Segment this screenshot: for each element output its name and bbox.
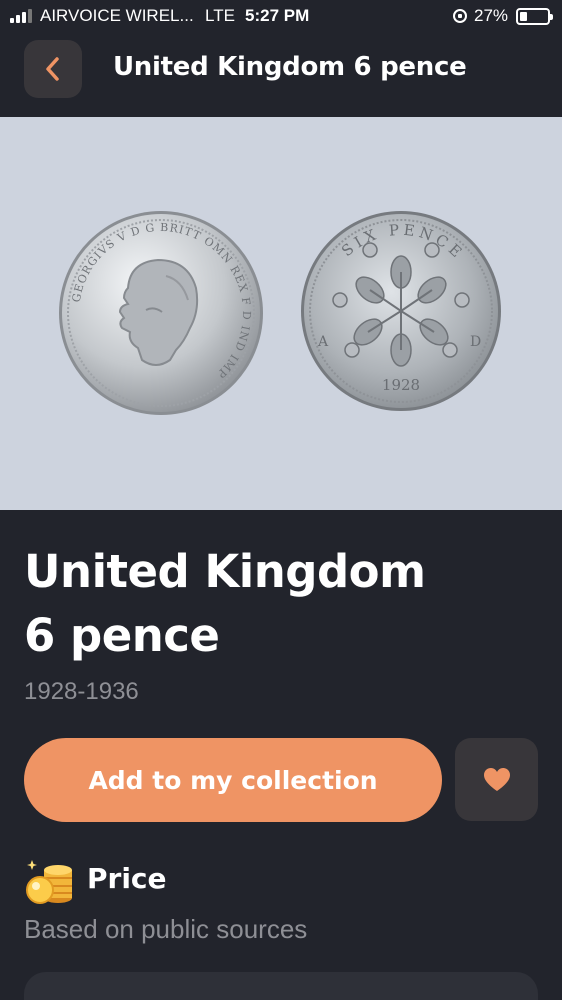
network-type: LTE <box>205 6 235 25</box>
coins-stack-icon <box>26 860 72 904</box>
clock: 5:27 PM <box>245 6 310 25</box>
coin-title-line1: United Kingdom <box>24 545 426 598</box>
carrier-name: AIRVOICE WIREL... <box>40 6 194 25</box>
heart-icon <box>483 767 510 791</box>
coin-title-line2: 6 pence <box>24 609 220 662</box>
reverse-letter-left: A <box>317 334 329 350</box>
favorite-button[interactable] <box>455 738 538 821</box>
status-bar: AIRVOICE WIREL... LTE 5:27 PM 27% <box>0 0 562 32</box>
battery-percent: 27% <box>474 6 509 25</box>
coin-reverse-image: SIX PENCE A D 1928 <box>301 211 501 411</box>
price-card <box>24 972 538 1000</box>
back-button[interactable] <box>24 40 82 98</box>
price-heading: Price <box>87 862 167 895</box>
reverse-year: 1928 <box>382 376 420 394</box>
battery-icon <box>516 8 553 25</box>
add-to-collection-button[interactable]: Add to my collection <box>24 738 442 822</box>
page-title: United Kingdom 6 pence <box>113 52 467 82</box>
coin-obverse-image: GEORGIVS V D G BRITT OMN REX F D IND IMP <box>59 211 263 415</box>
coin-photo: GEORGIVS V D G BRITT OMN REX F D IND IMP <box>0 117 562 510</box>
chevron-left-icon <box>46 57 59 81</box>
signal-icon <box>10 9 32 23</box>
reverse-letter-right: D <box>470 334 481 350</box>
orientation-lock-icon <box>453 9 467 23</box>
coin-title: United Kingdom 6 pence <box>24 540 544 668</box>
coin-years: 1928-1936 <box>24 678 139 705</box>
price-subtitle: Based on public sources <box>24 914 308 944</box>
